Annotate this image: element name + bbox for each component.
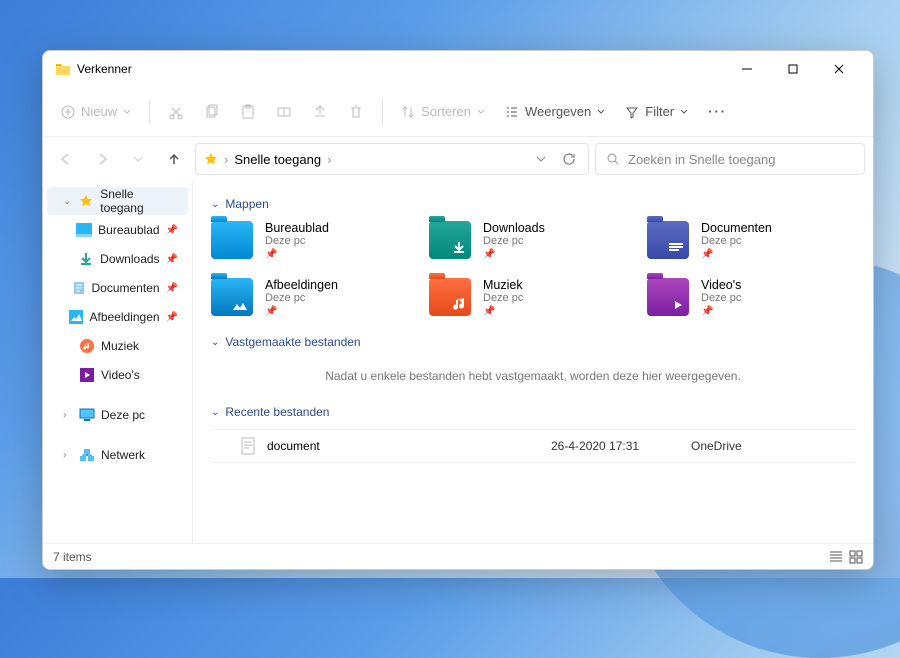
desktop-icon bbox=[76, 222, 92, 238]
folder-icon bbox=[211, 278, 253, 316]
network-icon bbox=[79, 447, 95, 463]
app-icon bbox=[55, 61, 71, 77]
statusbar: 7 items bbox=[43, 543, 873, 569]
close-button[interactable] bbox=[817, 54, 861, 84]
view-button[interactable]: Weergeven bbox=[497, 94, 613, 130]
delete-button[interactable] bbox=[340, 94, 372, 130]
documents-icon bbox=[72, 280, 86, 296]
sidebar-item-snelletoegang[interactable]: ⌄ Snelle toegang bbox=[47, 187, 188, 215]
sidebar: ⌄Snelle toegangBureaublad📌Downloads📌Docu… bbox=[43, 181, 193, 543]
sidebar-label: Afbeeldingen bbox=[89, 310, 159, 324]
pin-icon: 📌 bbox=[701, 249, 772, 260]
sidebar-label: Snelle toegang bbox=[100, 187, 178, 215]
explorer-window: Verkenner Nieuw Sorteren Weergeven bbox=[42, 50, 874, 570]
filter-button[interactable]: Filter bbox=[617, 94, 696, 130]
folder-icon bbox=[429, 221, 471, 259]
rename-button[interactable] bbox=[268, 94, 300, 130]
sidebar-label: Deze pc bbox=[101, 408, 145, 422]
section-folders[interactable]: ⌄Mappen bbox=[211, 197, 855, 211]
share-button[interactable] bbox=[304, 94, 336, 130]
search-input[interactable]: Zoeken in Snelle toegang bbox=[595, 143, 865, 175]
chevron-icon: › bbox=[63, 450, 73, 461]
sidebar-item-netwerk[interactable]: › Netwerk bbox=[47, 441, 188, 469]
item-count: 7 items bbox=[53, 550, 92, 564]
new-button[interactable]: Nieuw bbox=[53, 94, 139, 130]
maximize-button[interactable] bbox=[771, 54, 815, 84]
pc-icon bbox=[79, 407, 95, 423]
pin-icon: 📌 bbox=[166, 254, 178, 265]
music-icon bbox=[79, 338, 95, 354]
back-button[interactable] bbox=[51, 144, 81, 174]
sidebar-item-muziek[interactable]: Muziek bbox=[47, 332, 188, 360]
folder-icon bbox=[211, 221, 253, 259]
pin-icon: 📌 bbox=[265, 249, 329, 260]
paste-button[interactable] bbox=[232, 94, 264, 130]
pin-icon: 📌 bbox=[265, 306, 338, 317]
sidebar-label: Netwerk bbox=[101, 448, 145, 462]
star-icon bbox=[204, 152, 218, 166]
pin-icon: 📌 bbox=[701, 306, 741, 317]
sort-button[interactable]: Sorteren bbox=[393, 94, 493, 130]
folder-afbeeldingen[interactable]: AfbeeldingenDeze pc📌 bbox=[211, 278, 419, 317]
pin-icon: 📌 bbox=[483, 249, 545, 260]
folder-downloads[interactable]: DownloadsDeze pc📌 bbox=[429, 221, 637, 260]
breadcrumb-current[interactable]: Snelle toegang bbox=[234, 152, 321, 167]
folder-muziek[interactable]: MuziekDeze pc📌 bbox=[429, 278, 637, 317]
chevron-icon: ⌄ bbox=[63, 196, 73, 207]
section-pinned[interactable]: ⌄Vastgemaakte bestanden bbox=[211, 335, 855, 349]
sidebar-item-dezepc[interactable]: › Deze pc bbox=[47, 401, 188, 429]
pin-icon: 📌 bbox=[166, 312, 178, 323]
pinned-empty-text: Nadat u enkele bestanden hebt vastgemaak… bbox=[211, 359, 855, 399]
more-button[interactable]: ··· bbox=[700, 94, 735, 130]
folder-icon bbox=[647, 278, 689, 316]
pin-icon: 📌 bbox=[166, 225, 178, 236]
downloads-icon bbox=[79, 251, 94, 267]
folder-bureaublad[interactable]: BureaubladDeze pc📌 bbox=[211, 221, 419, 260]
cut-button[interactable] bbox=[160, 94, 192, 130]
sidebar-item-documenten[interactable]: Documenten 📌 bbox=[47, 274, 188, 302]
toolbar: Nieuw Sorteren Weergeven Filter ··· bbox=[43, 87, 873, 137]
icons-view-button[interactable] bbox=[849, 550, 863, 564]
folder-icon bbox=[647, 221, 689, 259]
breadcrumb-dropdown[interactable] bbox=[530, 148, 552, 170]
sidebar-label: Video's bbox=[101, 368, 140, 382]
sidebar-item-downloads[interactable]: Downloads 📌 bbox=[47, 245, 188, 273]
forward-button[interactable] bbox=[87, 144, 117, 174]
refresh-button[interactable] bbox=[558, 148, 580, 170]
chevron-icon: › bbox=[63, 410, 73, 421]
sidebar-item-videos[interactable]: Video's bbox=[47, 361, 188, 389]
videos-icon bbox=[79, 367, 95, 383]
file-icon bbox=[241, 437, 257, 455]
minimize-button[interactable] bbox=[725, 54, 769, 84]
up-button[interactable] bbox=[159, 144, 189, 174]
pictures-icon bbox=[69, 309, 83, 325]
recent-dropdown[interactable] bbox=[123, 144, 153, 174]
sidebar-label: Documenten bbox=[92, 281, 160, 295]
sidebar-item-afbeeldingen[interactable]: Afbeeldingen 📌 bbox=[47, 303, 188, 331]
titlebar: Verkenner bbox=[43, 51, 873, 87]
body: ⌄Snelle toegangBureaublad📌Downloads📌Docu… bbox=[43, 181, 873, 543]
pin-icon: 📌 bbox=[483, 306, 523, 317]
window-title: Verkenner bbox=[77, 62, 132, 76]
recent-list: document26-4-2020 17:31OneDrive bbox=[211, 429, 855, 463]
sidebar-label: Downloads bbox=[100, 252, 159, 266]
breadcrumb[interactable]: › Snelle toegang › bbox=[195, 143, 589, 175]
pin-icon: 📌 bbox=[166, 283, 178, 294]
content: ⌄Mappen BureaubladDeze pc📌 DownloadsDeze … bbox=[193, 181, 873, 543]
copy-button[interactable] bbox=[196, 94, 228, 130]
star-icon bbox=[79, 193, 95, 209]
window-controls bbox=[725, 54, 861, 84]
folder-grid: BureaubladDeze pc📌 DownloadsDeze pc📌 Docum… bbox=[211, 221, 855, 317]
section-recent[interactable]: ⌄Recente bestanden bbox=[211, 405, 855, 419]
folder-video's[interactable]: Video'sDeze pc📌 bbox=[647, 278, 855, 317]
sidebar-label: Muziek bbox=[101, 339, 139, 353]
sidebar-label: Bureaublad bbox=[98, 223, 159, 237]
folder-icon bbox=[429, 278, 471, 316]
recent-file[interactable]: document26-4-2020 17:31OneDrive bbox=[211, 429, 855, 463]
sidebar-item-bureaublad[interactable]: Bureaublad 📌 bbox=[47, 216, 188, 244]
details-view-button[interactable] bbox=[829, 550, 843, 564]
navigation-row: › Snelle toegang › Zoeken in Snelle toeg… bbox=[43, 137, 873, 181]
folder-documenten[interactable]: DocumentenDeze pc📌 bbox=[647, 221, 855, 260]
search-icon bbox=[606, 152, 620, 166]
